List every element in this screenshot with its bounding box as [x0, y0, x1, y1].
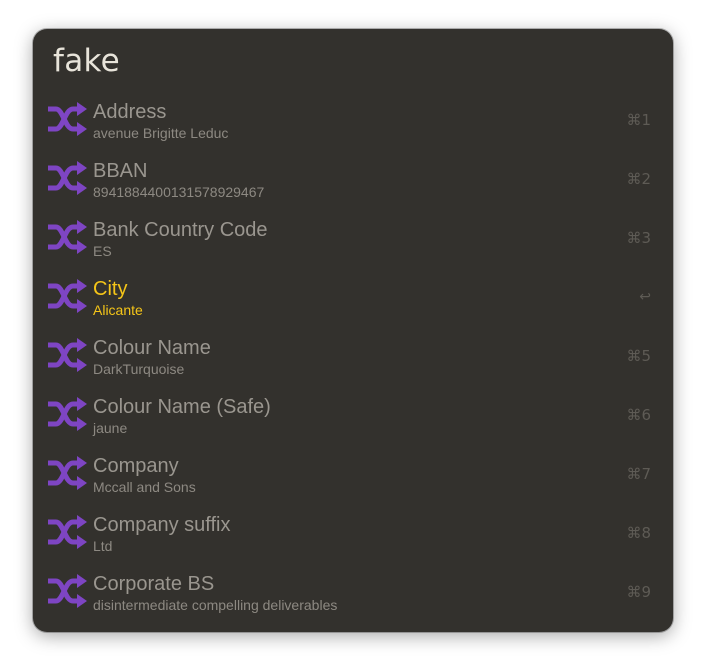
shuffle-icon — [48, 397, 87, 431]
result-subtitle: avenue Brigitte Leduc — [93, 125, 229, 141]
result-item-corporate-bs[interactable]: Corporate BS disintermediate compelling … — [33, 563, 673, 622]
results-list: Address avenue Brigitte Leduc ⌘1 BBAN 89… — [33, 91, 673, 622]
result-shortcut: ⌘8 — [626, 524, 651, 542]
result-item-bban[interactable]: BBAN 8941884400131578929467 ⌘2 — [33, 150, 673, 209]
result-title: Address — [93, 101, 167, 123]
shuffle-icon — [48, 220, 87, 254]
result-subtitle: 8941884400131578929467 — [93, 184, 265, 200]
result-title: Colour Name (Safe) — [93, 396, 271, 418]
result-item-colour-name-safe[interactable]: Colour Name (Safe) jaune ⌘6 — [33, 386, 673, 445]
result-subtitle: ES — [93, 243, 112, 259]
result-shortcut: ⌘5 — [626, 347, 651, 365]
result-subtitle: disintermediate compelling deliverables — [93, 597, 338, 613]
result-item-company[interactable]: Company Mccall and Sons ⌘7 — [33, 445, 673, 504]
result-subtitle: jaune — [93, 420, 128, 436]
result-shortcut: ⌘1 — [626, 111, 651, 129]
result-title: Bank Country Code — [93, 219, 268, 241]
result-title: City — [93, 278, 128, 300]
result-item-company-suffix[interactable]: Company suffix Ltd ⌘8 — [33, 504, 673, 563]
result-shortcut: ⌘6 — [626, 406, 651, 424]
result-shortcut: ⌘2 — [626, 170, 651, 188]
return-key-icon: ↩ — [639, 289, 651, 305]
result-title: BBAN — [93, 160, 148, 182]
result-item-bank-country-code[interactable]: Bank Country Code ES ⌘3 — [33, 209, 673, 268]
result-title: Corporate BS — [93, 573, 215, 595]
result-item-city-selected[interactable]: City Alicante ↩ — [33, 268, 673, 327]
result-shortcut: ⌘3 — [626, 229, 651, 247]
shuffle-icon — [48, 161, 87, 195]
result-title: Company — [93, 455, 179, 477]
result-subtitle: Ltd — [93, 538, 113, 554]
result-shortcut: ⌘9 — [626, 583, 651, 601]
shuffle-icon — [48, 515, 87, 549]
result-subtitle: Mccall and Sons — [93, 479, 196, 495]
result-item-address[interactable]: Address avenue Brigitte Leduc ⌘1 — [33, 91, 673, 150]
result-subtitle: DarkTurquoise — [93, 361, 185, 377]
search-query-input[interactable]: fake — [53, 41, 120, 81]
result-title: Colour Name — [93, 337, 211, 359]
result-item-colour-name[interactable]: Colour Name DarkTurquoise ⌘5 — [33, 327, 673, 386]
result-title: Company suffix — [93, 514, 231, 536]
launcher-window: fake Address avenue Brigitte Leduc ⌘1 BB… — [33, 29, 673, 632]
result-shortcut: ⌘7 — [626, 465, 651, 483]
shuffle-icon — [48, 456, 87, 490]
shuffle-icon — [48, 574, 87, 608]
shuffle-icon — [48, 338, 87, 372]
shuffle-icon — [48, 102, 87, 136]
shuffle-icon — [48, 279, 87, 313]
result-subtitle: Alicante — [93, 302, 143, 318]
